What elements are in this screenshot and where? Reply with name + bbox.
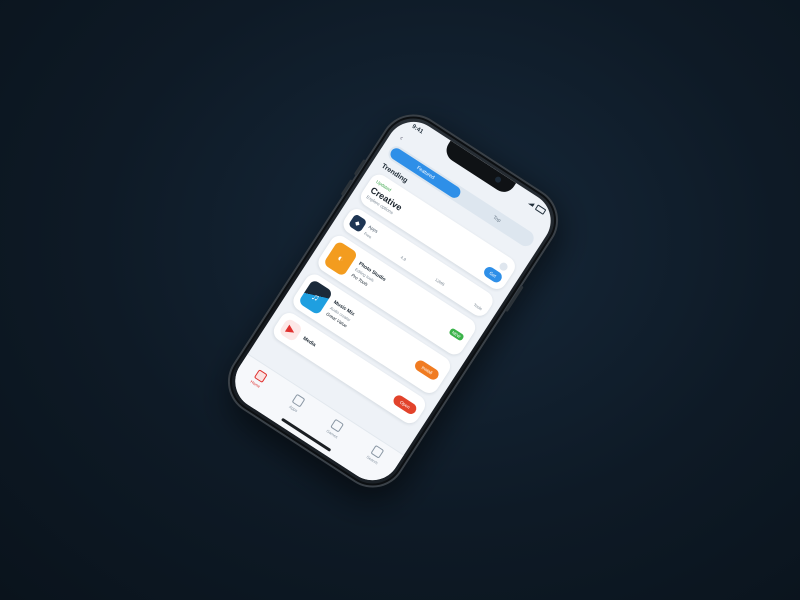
signal-icon [528,200,535,207]
open-button[interactable]: Open [391,392,419,416]
stat-category: Tools [472,301,484,311]
install-button[interactable]: Install [413,358,442,382]
new-badge: NEW [448,326,465,342]
app-icon: ◆ [347,213,368,233]
tab-games[interactable]: Games [325,418,345,439]
backdrop: 9:41 ‹ Featured Top Trending Updated Cre… [0,0,800,600]
battery-icon [534,204,547,215]
camera-icon [493,175,503,184]
phone-device: 9:41 ‹ Featured Top Trending Updated Cre… [214,101,575,515]
status-time: 9:41 [410,123,424,136]
tab-home[interactable]: Home [250,369,268,389]
stat-price: Free [363,230,373,240]
tab-search[interactable]: Search [366,444,386,465]
media-icon: ▶ [278,317,304,343]
tab-apps[interactable]: Apps [288,393,306,414]
stat-rating: 4.8 [400,254,408,262]
